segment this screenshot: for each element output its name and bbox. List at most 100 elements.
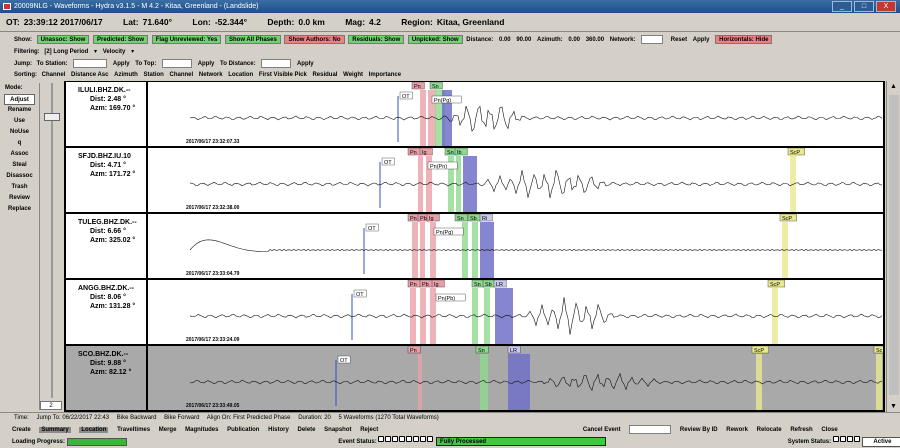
- velocity-dropdown[interactable]: Velocity: [103, 49, 126, 55]
- menu-snapshot[interactable]: Snapshot: [324, 427, 351, 433]
- trace-row-1[interactable]: SFJD.BHZ.IU.10 Dist: 4.71 ° Azm: 171.72 …: [66, 148, 883, 212]
- to-station-input[interactable]: [73, 59, 108, 68]
- show-all-phases-button[interactable]: Show All Phases: [224, 35, 281, 44]
- sort-channel-2[interactable]: Channel: [170, 72, 194, 78]
- slider-knob[interactable]: [44, 113, 60, 121]
- jump-to-field[interactable]: Jump To: 06/22/2017 22:43: [36, 415, 109, 421]
- bike-backward-button[interactable]: Bike Backward: [117, 415, 157, 421]
- distance-max-field[interactable]: 90.00: [516, 37, 531, 43]
- menu-history[interactable]: History: [268, 427, 289, 433]
- phase-label: Sn: [474, 282, 481, 288]
- mode-steal[interactable]: Steal: [0, 160, 39, 171]
- waveforms-dropdown[interactable]: 5 Waveforms (1270 Total Waveforms): [339, 415, 439, 421]
- to-top-apply-button[interactable]: Apply: [198, 61, 215, 67]
- waveform-plot[interactable]: OT Pn Pb Ig Sn Sb Ri Pn(Pg) ScP 2017/06/17 23:33:…: [150, 214, 883, 278]
- sort-distance-asc[interactable]: Distance Asc: [71, 72, 108, 78]
- minimize-button[interactable]: _: [832, 1, 852, 12]
- waveform-line: [189, 297, 883, 335]
- menu-relocate[interactable]: Relocate: [757, 427, 782, 433]
- to-top-input[interactable]: [162, 59, 193, 68]
- trace-row-0[interactable]: ILULI.BHZ.DK.-- Dist: 2.48 ° Azm: 169.70…: [66, 82, 883, 146]
- page-number[interactable]: 2: [40, 401, 62, 410]
- mode-assoc[interactable]: Assoc: [0, 149, 39, 160]
- chevron-down-icon[interactable]: ▾: [94, 49, 97, 55]
- mode-nouse[interactable]: NoUse: [0, 127, 39, 138]
- azimuth-max-field[interactable]: 360.00: [586, 37, 604, 43]
- distance-label: Distance:: [466, 37, 494, 44]
- scroll-down-icon[interactable]: ▼: [890, 403, 897, 410]
- mode-replace[interactable]: Replace: [0, 204, 39, 215]
- sort-channel[interactable]: Channel: [42, 72, 66, 78]
- waveform-plot[interactable]: OT Pn Ig Sn Ib Pn(Pn) ScP 2017/06/17 23:32:38.0…: [150, 148, 883, 212]
- to-distance-input[interactable]: [261, 59, 292, 68]
- bike-forward-button[interactable]: Bike Forward: [164, 415, 199, 421]
- unpicked-toggle[interactable]: Unpicked: Show: [407, 35, 463, 44]
- cancel-event-input[interactable]: [629, 425, 672, 434]
- reset-button[interactable]: Reset: [671, 37, 687, 43]
- trace-row-4[interactable]: SCO.BHZ.DK.-- Dist: 9.88 ° Azm: 82.12 ° …: [66, 346, 883, 410]
- waveform-area: ILULI.BHZ.DK.-- Dist: 2.48 ° Azm: 169.70…: [64, 81, 885, 412]
- menu-rework[interactable]: Rework: [726, 427, 748, 433]
- sort-station[interactable]: Station: [144, 72, 164, 78]
- duration-dropdown[interactable]: Duration: 20: [298, 415, 331, 421]
- network-input[interactable]: [641, 35, 664, 44]
- sort-location[interactable]: Location: [228, 72, 253, 78]
- sort-first-visible-pick[interactable]: First Visible Pick: [259, 72, 307, 78]
- sort-residual[interactable]: Residual: [312, 72, 337, 78]
- zoom-slider[interactable]: [40, 83, 64, 410]
- filter-dropdown[interactable]: [2] Long Period: [44, 49, 88, 55]
- mode-disassoc[interactable]: Disassoc: [0, 171, 39, 182]
- menu-review-by-id[interactable]: Review By ID: [680, 427, 718, 433]
- scroll-up-icon[interactable]: ▲: [890, 83, 897, 90]
- to-station-apply-button[interactable]: Apply: [113, 61, 130, 67]
- scroll-thumb[interactable]: [889, 95, 899, 395]
- menu-delete[interactable]: Delete: [297, 427, 315, 433]
- phase-label: OT: [384, 160, 392, 166]
- maximize-button[interactable]: □: [854, 1, 874, 12]
- menu-publication[interactable]: Publication: [227, 427, 259, 433]
- mode-rename[interactable]: Rename: [0, 105, 39, 116]
- mode-use[interactable]: Use: [0, 116, 39, 127]
- waveform-plot[interactable]: OT Pn Sn LR ScP Sc 2017/06/17 23:33:49.05: [150, 346, 883, 410]
- station-azm: Azm: 82.12 °: [90, 369, 132, 376]
- menu-create[interactable]: Create: [12, 427, 31, 433]
- sort-weight[interactable]: Weight: [343, 72, 363, 78]
- azimuth-label: Azimuth:: [537, 37, 563, 44]
- waveform-plot[interactable]: OT Pn Pb Ig Sn Sb LR Pn(Pb) ScP 2017/06/17 23:33:…: [150, 280, 883, 344]
- apply-button[interactable]: Apply: [693, 37, 710, 43]
- close-button[interactable]: X: [876, 1, 896, 12]
- show-authors-toggle[interactable]: Show Authors: No: [284, 35, 345, 44]
- time-label: Time:: [14, 415, 29, 421]
- trace-row-2[interactable]: TULEG.BHZ.DK.-- Dist: 6.66 ° Azm: 325.02…: [66, 214, 883, 278]
- mode-trash[interactable]: Trash: [0, 182, 39, 193]
- menu-traveltimes[interactable]: Traveltimes: [117, 427, 150, 433]
- azimuth-min-field[interactable]: 0.00: [568, 37, 580, 43]
- vertical-scrollbar[interactable]: ▲ ▼: [886, 81, 900, 412]
- flag-unreviewed-toggle[interactable]: Flag Unreviewed: Yes: [151, 35, 222, 44]
- mode-adjust[interactable]: Adjust: [4, 94, 35, 105]
- sort-network[interactable]: Network: [199, 72, 223, 78]
- phase-label: Sn: [447, 150, 454, 156]
- to-distance-apply-button[interactable]: Apply: [297, 61, 314, 67]
- menu-reject[interactable]: Reject: [360, 427, 378, 433]
- menu-merge[interactable]: Merge: [159, 427, 177, 433]
- predicted-toggle[interactable]: Predicted: Show: [93, 35, 149, 44]
- menu-magnitudes[interactable]: Magnitudes: [185, 427, 218, 433]
- unassoc-toggle[interactable]: Unassoc: Show: [36, 35, 90, 44]
- menu-cancel-event[interactable]: Cancel Event: [583, 427, 621, 433]
- chevron-down-icon[interactable]: ▾: [131, 49, 134, 55]
- menu-refresh[interactable]: Refresh: [790, 427, 812, 433]
- menu-summary[interactable]: Summary: [39, 427, 71, 434]
- mode-review[interactable]: Review: [0, 193, 39, 204]
- trace-row-3[interactable]: ANGG.BHZ.DK.-- Dist: 8.06 ° Azm: 131.28 …: [66, 280, 883, 344]
- residuals-toggle[interactable]: Residuals: Show: [348, 35, 405, 44]
- sort-azimuth[interactable]: Azimuth: [114, 72, 138, 78]
- horizontals-toggle[interactable]: Horizontals: Hide: [715, 35, 773, 44]
- menu-close[interactable]: Close: [821, 427, 837, 433]
- menu-location[interactable]: Location: [79, 427, 109, 434]
- waveform-plot[interactable]: OT Pn Sn Pn(Pg) 2017/06/17 23:32:07.33: [150, 82, 883, 146]
- distance-min-field[interactable]: 0.00: [499, 37, 511, 43]
- mode-q[interactable]: q: [0, 138, 39, 149]
- sort-importance[interactable]: Importance: [369, 72, 401, 78]
- align-on-dropdown[interactable]: Align On: First Predicted Phase: [207, 415, 291, 421]
